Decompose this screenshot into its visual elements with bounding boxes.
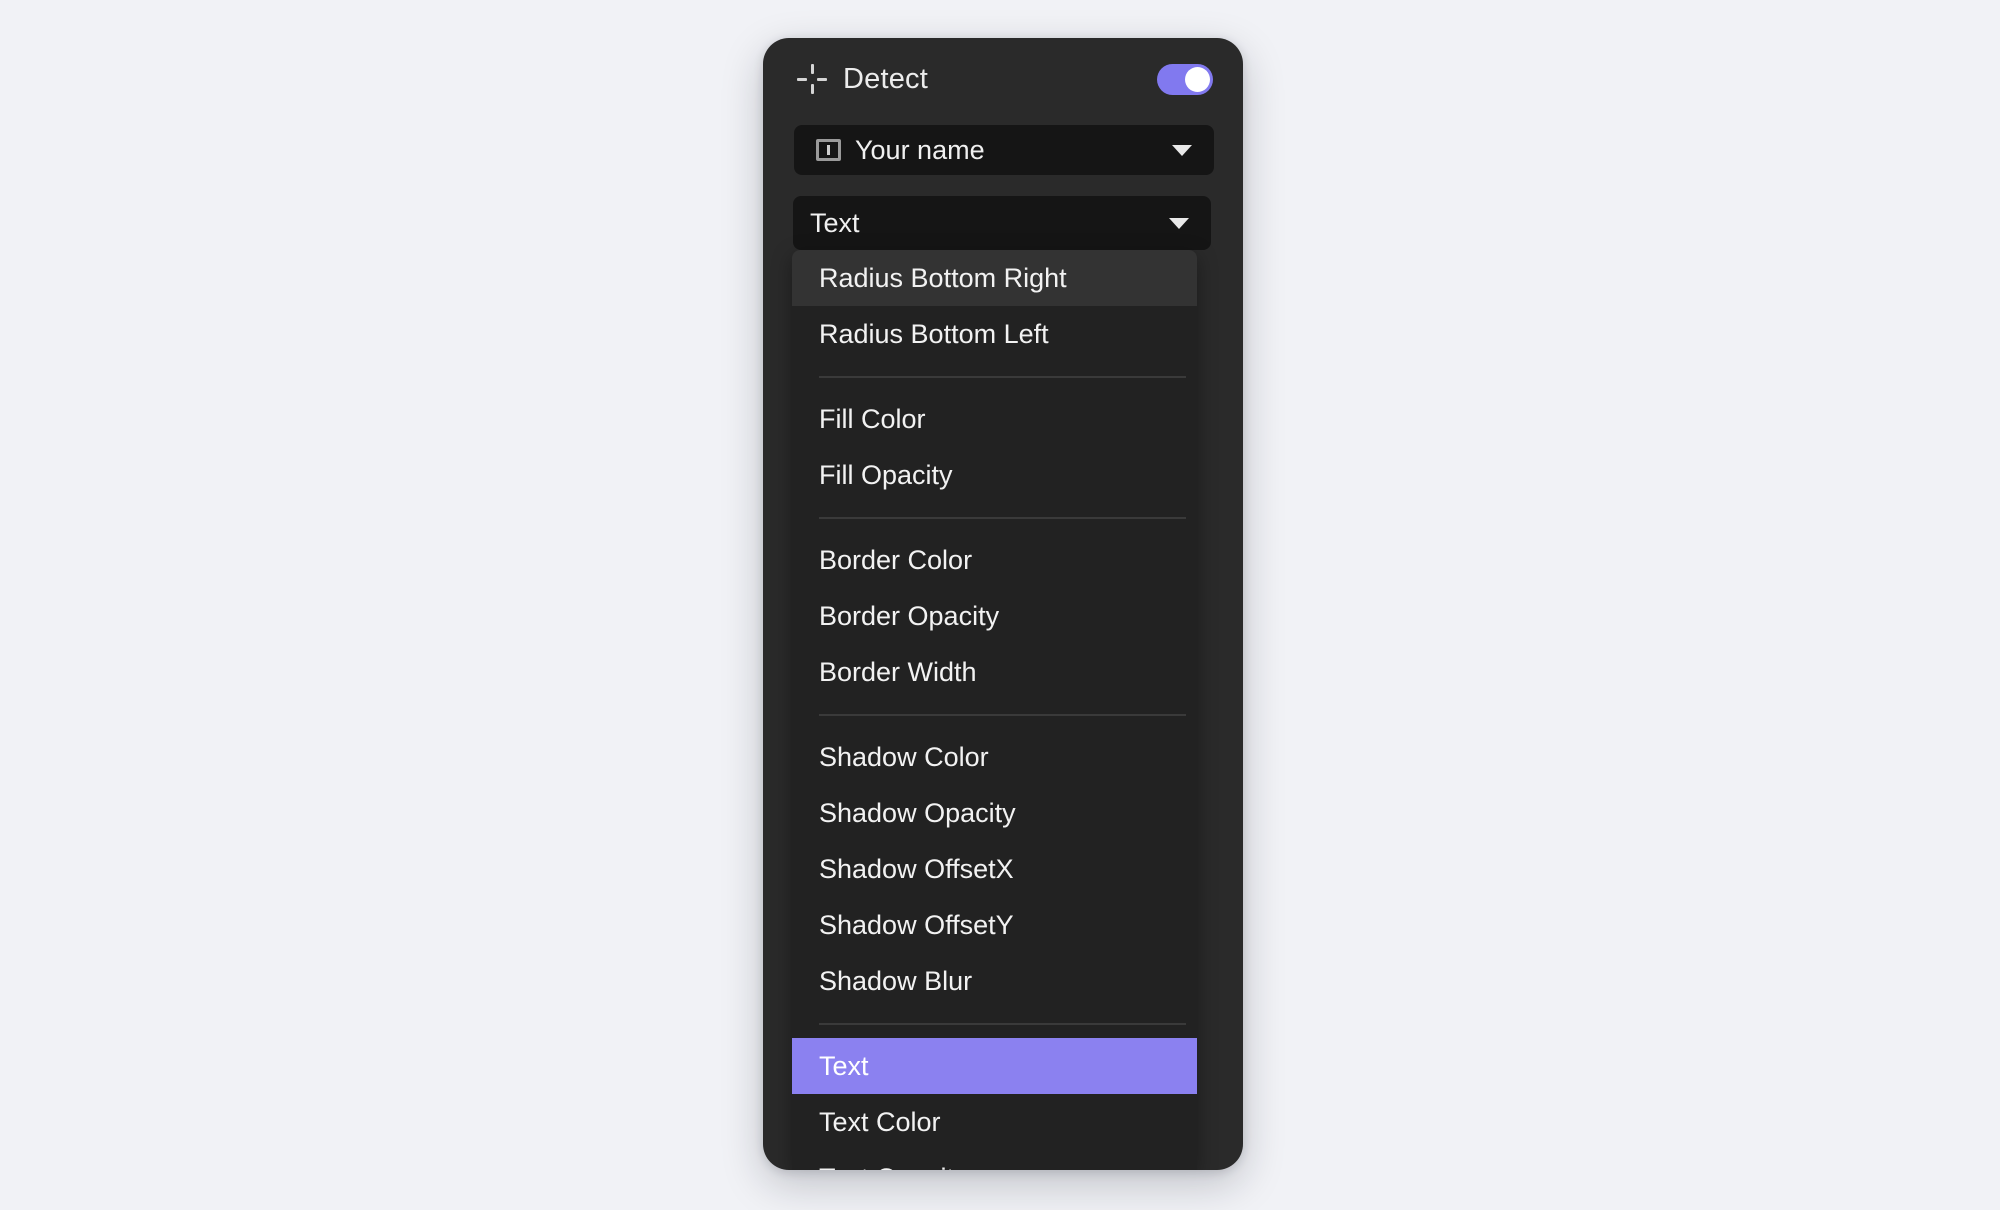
input-field-icon [816, 139, 841, 161]
element-select-value: Your name [855, 135, 985, 165]
menu-item-label: Shadow Color [819, 742, 989, 772]
menu-item-label: Text [819, 1051, 869, 1081]
chevron-down-icon [1169, 218, 1189, 229]
menu-item[interactable]: Shadow OffsetX [792, 841, 1197, 897]
menu-item[interactable]: Text Opacity [792, 1150, 1197, 1170]
menu-item[interactable]: Shadow Opacity [792, 785, 1197, 841]
menu-item[interactable]: Border Width [792, 644, 1197, 700]
menu-item-label: Shadow Opacity [819, 798, 1016, 828]
menu-item-label: Fill Color [819, 404, 926, 434]
menu-item[interactable]: Shadow OffsetY [792, 897, 1197, 953]
menu-item-label: Shadow OffsetX [819, 854, 1014, 884]
menu-item[interactable]: Fill Color [792, 391, 1197, 447]
menu-item-label: Text Color [819, 1107, 941, 1137]
property-select-value: Text [810, 208, 860, 238]
menu-item-label: Shadow Blur [819, 966, 973, 996]
detect-panel: Detect Your name Text Radius Bottom Righ… [763, 38, 1243, 1170]
element-select[interactable]: Your name [794, 125, 1214, 175]
menu-item[interactable]: Border Color [792, 532, 1197, 588]
menu-item[interactable]: Border Opacity [792, 588, 1197, 644]
menu-separator [792, 362, 1197, 391]
panel-header: Detect [763, 38, 1243, 118]
detect-toggle[interactable] [1157, 64, 1213, 95]
menu-item-label: Border Opacity [819, 601, 1000, 631]
menu-item[interactable]: Text [792, 1038, 1197, 1094]
panel-title: Detect [843, 63, 929, 95]
menu-item[interactable]: Shadow Color [792, 729, 1197, 785]
menu-separator [792, 1009, 1197, 1038]
menu-item-label: Radius Bottom Right [819, 263, 1067, 293]
menu-item[interactable]: Fill Opacity [792, 447, 1197, 503]
menu-separator [792, 700, 1197, 729]
menu-item[interactable]: Text Color [792, 1094, 1197, 1150]
menu-item-label: Shadow OffsetY [819, 910, 1014, 940]
menu-item-label: Border Color [819, 545, 973, 575]
menu-item[interactable]: Radius Bottom Left [792, 306, 1197, 362]
toggle-knob [1185, 67, 1210, 92]
property-select[interactable]: Text [793, 196, 1211, 250]
menu-separator [792, 503, 1197, 532]
menu-item[interactable]: Shadow Blur [792, 953, 1197, 1009]
property-dropdown-menu[interactable]: Radius Bottom Right Radius Bottom Left Fil… [792, 250, 1197, 1170]
menu-item-label: Radius Bottom Left [819, 319, 1049, 349]
menu-item-label: Fill Opacity [819, 460, 953, 490]
menu-item-label: Border Width [819, 657, 977, 687]
menu-item-label: Text Opacity [819, 1162, 968, 1170]
detect-crosshair-icon [797, 64, 827, 94]
menu-item[interactable]: Radius Bottom Right [792, 250, 1197, 306]
chevron-down-icon [1172, 145, 1192, 156]
